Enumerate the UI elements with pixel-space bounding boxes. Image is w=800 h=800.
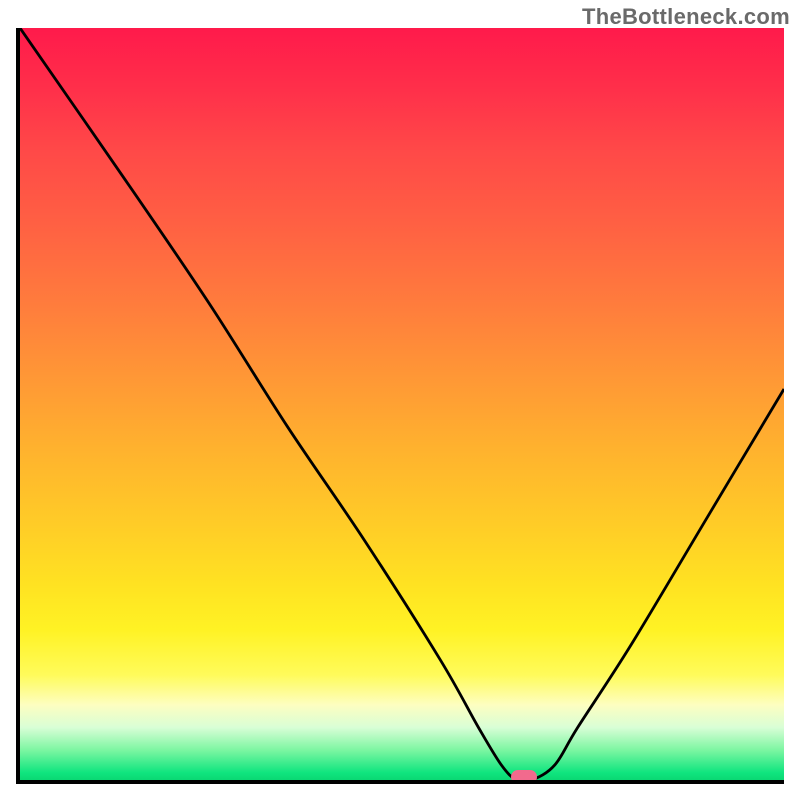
optimal-marker xyxy=(511,770,537,784)
plot-area xyxy=(16,28,784,784)
bottleneck-curve xyxy=(20,28,784,780)
watermark-text: TheBottleneck.com xyxy=(582,4,790,30)
chart-root: TheBottleneck.com xyxy=(0,0,800,800)
